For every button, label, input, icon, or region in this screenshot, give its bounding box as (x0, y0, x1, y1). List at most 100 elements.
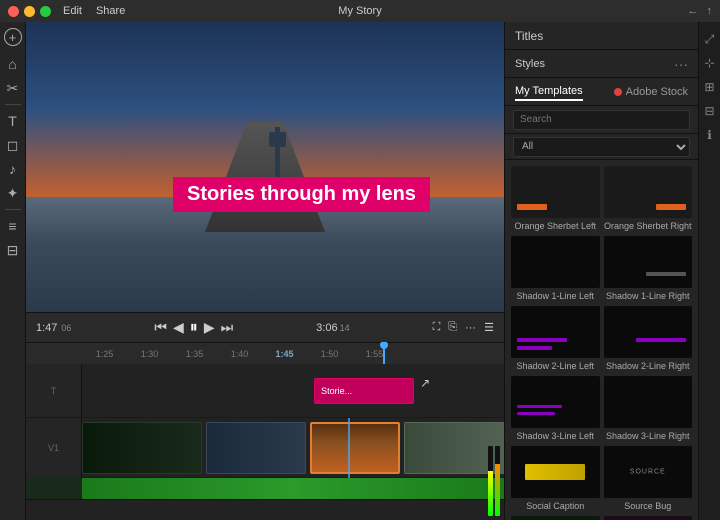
home-icon[interactable]: ⌂ (3, 54, 23, 74)
step-back-button[interactable]: ◀ (173, 319, 184, 336)
template-item-shadow-3-line-left[interactable]: Shadow 3-Line Left (511, 376, 600, 442)
template-label-orange-sherbet-right: Orange Sherbet Right (604, 220, 693, 232)
ruler-mark-6: 1:55 (352, 349, 397, 359)
content-area: Stories through my lens 1:47 06 ⏮ ◀ ⏸ ▶ … (26, 22, 504, 520)
timecode-total: 3:06 14 (316, 322, 349, 334)
template-item-source-bug[interactable]: Source Bug (604, 446, 693, 512)
effect-icon[interactable]: ✦ (3, 183, 23, 203)
template-thumb-shadow-3-line-left (511, 376, 600, 428)
video-clip-3[interactable] (310, 422, 400, 474)
right-panel: Titles Styles ··· My Templates Adobe Sto… (504, 22, 698, 520)
scissors-icon[interactable]: ✂ (3, 78, 23, 98)
template-item-stylish-crisscross[interactable]: Stylish Crisscross (511, 516, 600, 520)
template-item-shadow-1-line-right[interactable]: Shadow 1-Line Right (604, 236, 693, 302)
traffic-lights (8, 6, 51, 17)
template-item-shadow-3-line-right[interactable]: Shadow 3-Line Right (604, 376, 693, 442)
step-forward-button[interactable]: ▶ (204, 319, 215, 336)
window-title: My Story (338, 5, 381, 17)
layers-panel-icon[interactable]: ⊟ (701, 102, 719, 120)
template-label-shadow-1-line-left: Shadow 1-Line Left (511, 290, 600, 302)
video-clip-1[interactable] (82, 422, 202, 474)
menu-edit[interactable]: Edit (63, 5, 82, 17)
template-thumb-shadow-3-line-right (604, 376, 693, 428)
maximize-button[interactable] (40, 6, 51, 17)
playback-controls: ⏮ ◀ ⏸ ▶ ⏭ (154, 319, 233, 337)
layers-icon[interactable]: ⊟ (3, 240, 23, 260)
expand-icon[interactable]: ⤢ (701, 30, 719, 48)
video-track-content (82, 418, 504, 478)
tab-adobe-stock-area: Adobe Stock (614, 84, 688, 100)
template-label-orange-sherbet-left: Orange Sherbet Left (511, 220, 600, 232)
search-input[interactable] (513, 110, 690, 130)
music-icon[interactable]: ♪ (3, 159, 23, 179)
filter-select[interactable]: All (513, 137, 690, 157)
close-button[interactable] (8, 6, 19, 17)
info-icon[interactable]: ℹ (701, 126, 719, 144)
minimize-button[interactable] (24, 6, 35, 17)
add-button[interactable]: + (4, 28, 22, 46)
video-clip-2[interactable] (206, 422, 306, 474)
timeline-icon[interactable]: ≡ (3, 216, 23, 236)
ruler-mark-3: 1:40 (217, 349, 262, 359)
title-bar: Edit Share My Story ← ↑ (0, 0, 720, 22)
template-item-social-caption[interactable]: Social Caption (511, 446, 600, 512)
ruler-mark-2: 1:35 (172, 349, 217, 359)
tab-adobe-stock[interactable]: Adobe Stock (626, 84, 688, 100)
timeline-tracks: T Storie... ↗ V1 (26, 364, 504, 520)
template-label-shadow-1-line-right: Shadow 1-Line Right (604, 290, 693, 302)
crop-icon[interactable]: ⊹ (701, 54, 719, 72)
template-label-shadow-2-line-right: Shadow 2-Line Right (604, 360, 693, 372)
text-clip[interactable]: Storie... (314, 378, 414, 404)
ruler-mark-0: 1:25 (82, 349, 127, 359)
template-thumb-stylish-crisscross (511, 516, 600, 520)
template-thumb-orange-sherbet-right (604, 166, 693, 218)
template-item-orange-sherbet-left[interactable]: Orange Sherbet Left (511, 166, 600, 232)
shapes-icon[interactable]: ◻ (3, 135, 23, 155)
share-button[interactable]: ↑ (707, 5, 713, 17)
template-label-shadow-3-line-right: Shadow 3-Line Right (604, 430, 693, 442)
template-label-shadow-3-line-left: Shadow 3-Line Left (511, 430, 600, 442)
skip-to-end-button[interactable]: ⏭ (221, 319, 234, 336)
right-meter-fill (495, 464, 500, 517)
text-track-content: Storie... ↗ (82, 364, 504, 417)
skip-to-start-button[interactable]: ⏮ (154, 319, 167, 336)
video-track-label: V1 (26, 418, 82, 478)
playback-right: ⛶ ⎘ ··· ☰ (433, 321, 494, 334)
back-button[interactable]: ← (688, 5, 699, 17)
title-overlay: Stories through my lens (173, 177, 430, 212)
panel-more-button[interactable]: ··· (674, 56, 688, 72)
template-item-shadow-2-line-right[interactable]: Shadow 2-Line Right (604, 306, 693, 372)
template-grid: Orange Sherbet Left Orange Sherbet Right S… (505, 160, 698, 520)
template-item-orange-sherbet-right[interactable]: Orange Sherbet Right (604, 166, 693, 232)
timeline-area: 1:25 1:30 1:35 1:40 1:45 1:50 1: (26, 342, 504, 520)
template-item-shadow-1-line-left[interactable]: Shadow 1-Line Left (511, 236, 600, 302)
template-thumb-shadow-1-line-right (604, 236, 693, 288)
play-pause-button[interactable]: ⏸ (190, 319, 198, 337)
left-meter (488, 446, 493, 516)
cn-tower (275, 127, 280, 177)
ruler-mark-1: 1:30 (127, 349, 172, 359)
panel-tab-row: My Templates Adobe Stock (505, 78, 698, 106)
settings-button[interactable]: ☰ (484, 321, 494, 334)
fullscreen-button[interactable]: ⛶ (433, 321, 441, 334)
title-bar-right: ← ↑ (688, 5, 713, 17)
tab-my-templates[interactable]: My Templates (515, 83, 583, 101)
right-icons-panel: ⤢ ⊹ ⊞ ⊟ ℹ (698, 22, 720, 520)
playback-area: 1:47 06 ⏮ ◀ ⏸ ▶ ⏭ 3:06 14 ⛶ ⎘ ··· ☰ (26, 312, 504, 342)
main-layout: + ⌂ ✂ T ◻ ♪ ✦ ≡ ⊟ Stories through my len… (0, 22, 720, 520)
template-item-stylish-intro[interactable]: Stylish Intro (604, 516, 693, 520)
more-options-button[interactable]: ··· (465, 322, 476, 334)
template-label-shadow-2-line-left: Shadow 2-Line Left (511, 360, 600, 372)
export-button[interactable]: ⎘ (448, 321, 457, 334)
styles-label: Styles (515, 58, 545, 70)
template-item-shadow-2-line-left[interactable]: Shadow 2-Line Left (511, 306, 600, 372)
timecode-current: 1:47 06 (36, 322, 71, 334)
video-track-row: V1 (26, 418, 504, 478)
video-background: Stories through my lens (26, 22, 504, 312)
menu-share[interactable]: Share (96, 5, 125, 17)
text-track-row: T Storie... ↗ (26, 364, 504, 418)
type-icon[interactable]: T (3, 111, 23, 131)
cursor-arrow: ↗ (420, 376, 430, 390)
grid-icon[interactable]: ⊞ (701, 78, 719, 96)
template-thumb-stylish-intro (604, 516, 693, 520)
